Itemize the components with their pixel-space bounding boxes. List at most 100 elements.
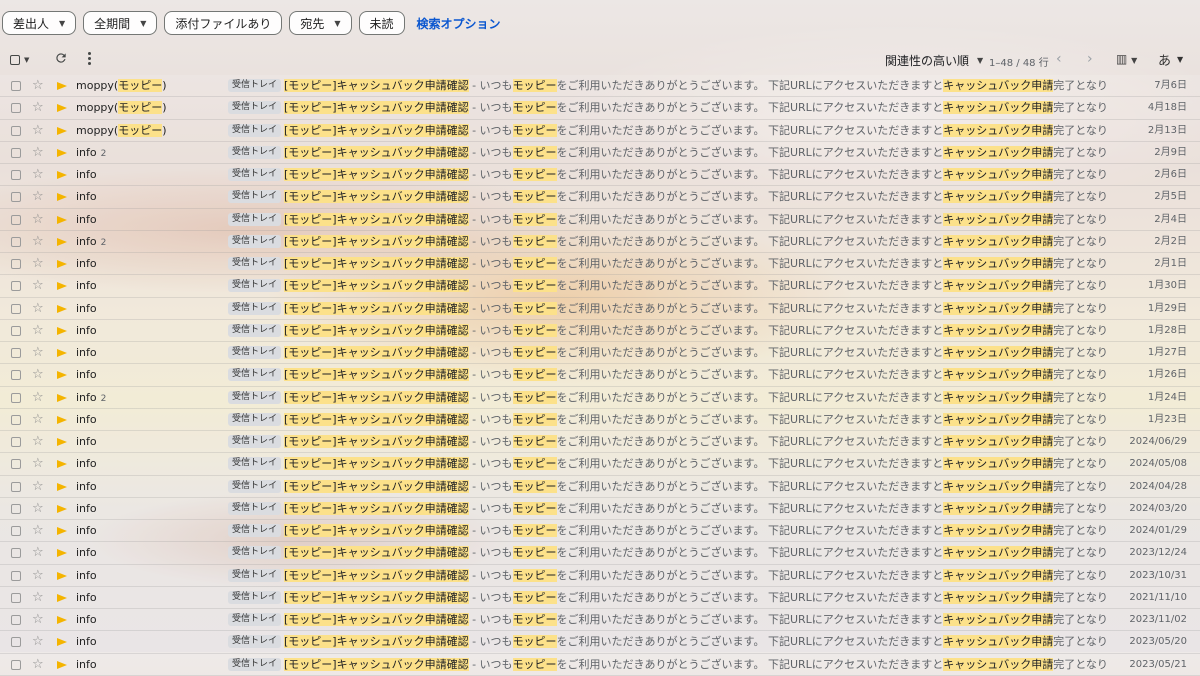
important-marker-icon[interactable]	[57, 193, 67, 202]
star-icon[interactable]: ☆	[32, 609, 44, 630]
row-checkbox[interactable]	[11, 437, 21, 447]
important-marker-icon[interactable]	[57, 638, 67, 647]
important-marker-icon[interactable]	[57, 415, 67, 424]
row-checkbox[interactable]	[11, 81, 21, 91]
more-vert-icon[interactable]	[88, 52, 91, 65]
chevron-right-icon[interactable]: ›	[1087, 51, 1093, 67]
row-checkbox[interactable]	[11, 481, 21, 492]
important-marker-icon[interactable]	[57, 282, 67, 291]
star-icon[interactable]: ☆	[32, 253, 44, 274]
row-checkbox[interactable]	[11, 103, 21, 114]
row-checkbox[interactable]	[11, 637, 21, 648]
inbox-label[interactable]: 受信トレイ	[228, 457, 282, 471]
inbox-label[interactable]: 受信トレイ	[228, 190, 282, 204]
inbox-label[interactable]: 受信トレイ	[228, 279, 282, 293]
email-row[interactable]: ☆ info 受信トレイ [モッピー]キャッシュバック申請確認 - いつもモッピーをご…	[0, 186, 1200, 209]
inbox-label[interactable]: 受信トレイ	[228, 234, 282, 248]
email-row[interactable]: ☆ info 受信トレイ [モッピー]キャッシュバック申請確認 - いつもモッピーをご…	[0, 164, 1200, 187]
star-icon[interactable]: ☆	[32, 209, 44, 230]
inbox-label[interactable]: 受信トレイ	[228, 390, 282, 404]
important-marker-icon[interactable]	[57, 482, 67, 491]
inbox-label[interactable]: 受信トレイ	[228, 479, 282, 493]
important-marker-icon[interactable]	[57, 82, 67, 90]
important-marker-icon[interactable]	[57, 104, 67, 113]
star-icon[interactable]: ☆	[32, 453, 44, 474]
inbox-label[interactable]: 受信トレイ	[228, 145, 282, 159]
important-marker-icon[interactable]	[57, 326, 67, 335]
row-checkbox[interactable]	[11, 526, 21, 536]
important-marker-icon[interactable]	[57, 371, 67, 380]
inbox-label[interactable]: 受信トレイ	[228, 501, 282, 515]
star-icon[interactable]: ☆	[32, 542, 44, 563]
important-marker-icon[interactable]	[57, 527, 67, 535]
important-marker-icon[interactable]	[57, 349, 67, 357]
row-checkbox[interactable]	[11, 125, 21, 136]
inbox-label[interactable]: 受信トレイ	[228, 101, 282, 115]
email-row[interactable]: ☆ info 受信トレイ [モッピー]キャッシュバック申請確認 - いつもモッピーをご…	[0, 275, 1200, 298]
inbox-label[interactable]: 受信トレイ	[228, 412, 282, 426]
email-row[interactable]: ☆ info 受信トレイ [モッピー]キャッシュバック申請確認 - いつもモッピーをご…	[0, 408, 1200, 431]
sort-dropdown[interactable]: 関連性の高い順 ▼	[885, 52, 983, 69]
important-marker-icon[interactable]	[57, 593, 67, 602]
star-icon[interactable]: ☆	[32, 298, 44, 319]
important-marker-icon[interactable]	[57, 304, 67, 313]
row-checkbox[interactable]	[11, 170, 21, 180]
star-icon[interactable]: ☆	[32, 164, 44, 185]
star-icon[interactable]: ☆	[32, 387, 44, 408]
chevron-left-icon[interactable]: ‹	[1056, 51, 1062, 67]
email-row[interactable]: ☆ moppy(モッピー) 受信トレイ [モッピー]キャッシュバック申請確認 - いつ…	[0, 119, 1200, 142]
star-icon[interactable]: ☆	[32, 476, 44, 497]
email-row[interactable]: ☆ info 受信トレイ [モッピー]キャッシュバック申請確認 - いつもモッピーをご…	[0, 609, 1200, 632]
row-checkbox[interactable]	[11, 392, 21, 403]
email-row[interactable]: ☆ info 2 受信トレイ [モッピー]キャッシュバック申請確認 - いつもモッピーを…	[0, 230, 1200, 253]
email-row[interactable]: ☆ info 受信トレイ [モッピー]キャッシュバック申請確認 - いつもモッピーをご…	[0, 586, 1200, 609]
row-checkbox[interactable]	[11, 459, 21, 470]
important-marker-icon[interactable]	[57, 660, 67, 669]
star-icon[interactable]: ☆	[32, 565, 44, 586]
email-row[interactable]: ☆ info 受信トレイ [モッピー]キャッシュバック申請確認 - いつもモッピーをご…	[0, 520, 1200, 543]
row-checkbox[interactable]	[11, 303, 21, 314]
row-checkbox[interactable]	[11, 592, 21, 603]
inbox-label[interactable]: 受信トレイ	[228, 657, 282, 671]
email-row[interactable]: ☆ info 受信トレイ [モッピー]キャッシュバック申請確認 - いつもモッピーをご…	[0, 497, 1200, 520]
row-checkbox[interactable]	[11, 281, 21, 292]
inbox-label[interactable]: 受信トレイ	[228, 212, 282, 226]
email-row[interactable]: ☆ moppy(モッピー) 受信トレイ [モッピー]キャッシュバック申請確認 - いつ…	[0, 75, 1200, 98]
important-marker-icon[interactable]	[57, 504, 67, 513]
star-icon[interactable]: ☆	[32, 320, 44, 341]
row-checkbox[interactable]	[11, 214, 21, 225]
row-checkbox[interactable]	[11, 570, 21, 581]
star-icon[interactable]: ☆	[32, 364, 44, 385]
row-checkbox[interactable]	[11, 259, 21, 269]
star-icon[interactable]: ☆	[32, 142, 44, 163]
inbox-label[interactable]: 受信トレイ	[228, 635, 282, 649]
important-marker-icon[interactable]	[57, 260, 67, 268]
important-marker-icon[interactable]	[57, 237, 67, 246]
important-marker-icon[interactable]	[57, 616, 67, 624]
inbox-label[interactable]: 受信トレイ	[228, 524, 282, 537]
row-checkbox[interactable]	[11, 503, 21, 514]
important-marker-icon[interactable]	[57, 438, 67, 446]
chip-from[interactable]: 差出人 ▼	[2, 11, 77, 35]
email-row[interactable]: ☆ info 受信トレイ [モッピー]キャッシュバック申請確認 - いつもモッピーをご…	[0, 431, 1200, 454]
inbox-label[interactable]: 受信トレイ	[228, 323, 282, 337]
email-row[interactable]: ☆ info 受信トレイ [モッピー]キャッシュバック申請確認 - いつもモッピーをご…	[0, 208, 1200, 231]
important-marker-icon[interactable]	[57, 148, 67, 157]
row-checkbox[interactable]	[11, 192, 21, 203]
important-marker-icon[interactable]	[57, 215, 67, 224]
chip-to[interactable]: 宛先 ▼	[289, 11, 352, 35]
row-checkbox[interactable]	[11, 370, 21, 381]
inbox-label[interactable]: 受信トレイ	[228, 613, 282, 626]
important-marker-icon[interactable]	[57, 393, 67, 402]
inbox-label[interactable]: 受信トレイ	[228, 435, 282, 448]
row-checkbox[interactable]	[11, 325, 21, 336]
star-icon[interactable]: ☆	[32, 631, 44, 652]
star-icon[interactable]: ☆	[32, 231, 44, 252]
input-tools-button[interactable]: あ ▼	[1158, 50, 1183, 69]
email-row[interactable]: ☆ info 受信トレイ [モッピー]キャッシュバック申請確認 - いつもモッピーをご…	[0, 542, 1200, 565]
email-row[interactable]: ☆ moppy(モッピー) 受信トレイ [モッピー]キャッシュバック申請確認 - いつ…	[0, 97, 1200, 120]
inbox-label[interactable]: 受信トレイ	[228, 257, 282, 270]
star-icon[interactable]: ☆	[32, 409, 44, 430]
email-row[interactable]: ☆ info 受信トレイ [モッピー]キャッシュバック申請確認 - いつもモッピーをご…	[0, 653, 1200, 676]
inbox-label[interactable]: 受信トレイ	[228, 346, 282, 359]
